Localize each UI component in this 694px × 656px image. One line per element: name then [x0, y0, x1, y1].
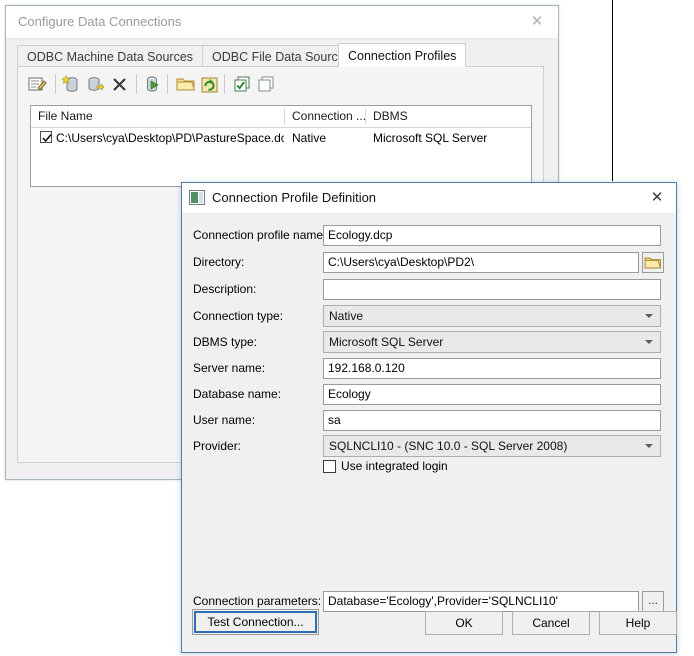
dialog-titlebar: Connection Profile Definition ✕ — [182, 183, 676, 214]
tabstrip: ODBC Machine Data Sources ODBC File Data… — [17, 43, 552, 67]
delete-icon[interactable] — [109, 74, 130, 95]
label-server-name: Server name: — [193, 361, 266, 375]
deselect-all-icon[interactable] — [256, 74, 277, 95]
connection-profiles-list[interactable]: File Name Connection ... DBMS C:\Users\c… — [30, 105, 532, 187]
toolbar-separator — [224, 74, 225, 94]
database-name-input[interactable]: Ecology — [323, 384, 661, 405]
list-header: File Name Connection ... DBMS — [31, 106, 531, 128]
select-all-icon[interactable] — [232, 74, 253, 95]
use-integrated-login-label: Use integrated login — [341, 459, 448, 473]
toolbar-separator — [167, 74, 168, 94]
help-button[interactable]: Help — [599, 611, 677, 635]
window-icon — [189, 190, 205, 205]
ok-button[interactable]: OK — [425, 611, 503, 635]
label-database-name: Database name: — [193, 387, 282, 401]
chevron-down-icon — [645, 314, 653, 318]
new-data-source-icon[interactable] — [61, 74, 83, 95]
add-data-source-icon[interactable] — [85, 74, 106, 95]
user-name-input[interactable]: sa — [323, 410, 661, 431]
toolbar-separator — [55, 74, 56, 94]
label-dbms-type: DBMS type: — [193, 335, 258, 349]
column-header-dbms[interactable]: DBMS — [366, 106, 531, 127]
label-provider: Provider: — [193, 439, 242, 453]
tab-odbc-machine-data-sources[interactable]: ODBC Machine Data Sources — [17, 45, 204, 67]
cell-connection: Native — [292, 131, 327, 145]
column-header-connection[interactable]: Connection ... — [285, 106, 365, 127]
chevron-down-icon — [645, 340, 653, 344]
table-row[interactable]: C:\Users\cya\Desktop\PD\PastureSpace.dcp… — [31, 127, 531, 149]
close-icon[interactable]: ✕ — [646, 188, 668, 208]
connection-type-value: Native — [329, 309, 364, 323]
label-user-name: User name: — [193, 413, 256, 427]
connection-profile-definition-dialog: Connection Profile Definition ✕ Connecti… — [181, 182, 677, 653]
tab-connection-profiles[interactable]: Connection Profiles — [338, 43, 467, 67]
connection-type-select[interactable]: Native — [323, 305, 661, 327]
label-connection-parameters: Connection parameters: — [193, 594, 322, 608]
provider-value: SQLNCLI10 - (SNC 10.0 - SQL Server 2008) — [329, 439, 568, 453]
column-header-file-name[interactable]: File Name — [31, 106, 284, 127]
cancel-button[interactable]: Cancel — [512, 611, 590, 635]
open-folder-icon[interactable] — [175, 74, 196, 95]
label-directory: Directory: — [193, 255, 245, 269]
toolbar-separator — [136, 74, 137, 94]
test-connection-button[interactable]: Test Connection... — [192, 609, 319, 635]
dbms-type-value: Microsoft SQL Server — [329, 335, 444, 349]
row-checkbox[interactable] — [40, 131, 52, 143]
connection-parameters-more-button[interactable]: ... — [642, 591, 664, 612]
checkbox-box[interactable] — [323, 460, 336, 473]
window-titlebar: Configure Data Connections ✕ — [6, 6, 558, 39]
edit-profile-icon[interactable] — [27, 74, 48, 95]
desktop-background-line — [612, 0, 613, 181]
cell-file-name: C:\Users\cya\Desktop\PD\PastureSpace.dcp — [56, 131, 284, 145]
test-connection-icon[interactable] — [143, 74, 164, 95]
label-description: Description: — [193, 282, 257, 296]
cell-dbms: Microsoft SQL Server — [373, 131, 488, 145]
directory-browse-button[interactable] — [642, 252, 664, 273]
close-icon[interactable]: ✕ — [526, 12, 548, 32]
window-title: Configure Data Connections — [18, 14, 182, 29]
server-name-input[interactable]: 192.168.0.120 — [323, 358, 661, 379]
toolbar — [19, 68, 542, 100]
chevron-down-icon — [645, 444, 653, 448]
directory-input[interactable]: C:\Users\cya\Desktop\PD2\ — [323, 252, 639, 273]
dialog-title: Connection Profile Definition — [212, 190, 377, 205]
refresh-icon[interactable] — [199, 74, 220, 95]
profile-name-input[interactable]: Ecology.dcp — [323, 225, 661, 246]
label-connection-type: Connection type: — [193, 309, 284, 323]
label-profile-name: Connection profile name: — [193, 228, 327, 242]
connection-parameters-input[interactable]: Database='Ecology',Provider='SQLNCLI10' — [323, 591, 639, 612]
provider-select[interactable]: SQLNCLI10 - (SNC 10.0 - SQL Server 2008) — [323, 435, 661, 457]
description-input[interactable] — [323, 279, 661, 300]
dbms-type-select[interactable]: Microsoft SQL Server — [323, 331, 661, 353]
